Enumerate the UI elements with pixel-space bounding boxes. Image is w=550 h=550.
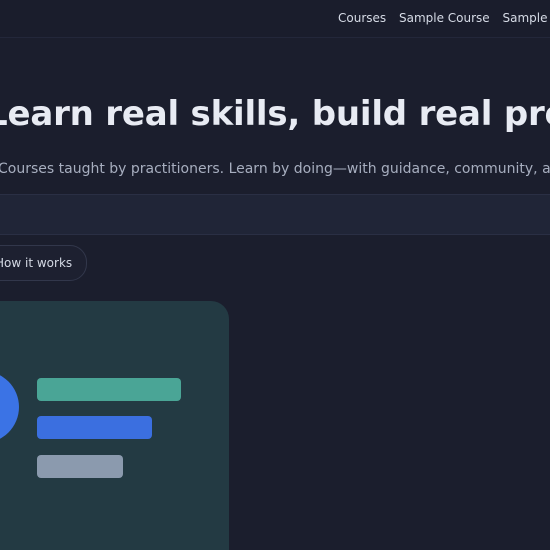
hero-band [0,194,550,235]
illustration-bar-gray [37,455,123,478]
illustration-bar-blue [37,416,152,439]
illustration-bar-green [37,378,181,401]
page: Courses Sample Course Sample Lesson Lear… [0,0,550,550]
how-it-works-button[interactable]: How it works [0,245,88,281]
hero-subtitle: Courses taught by practitioners. Learn b… [0,161,550,177]
nav-link-sample-course[interactable]: Sample Course [399,11,490,25]
top-navbar: Courses Sample Course Sample Lesson [0,0,550,38]
nav-link-courses[interactable]: Courses [338,11,386,25]
main-nav: Courses Sample Course Sample Lesson [338,11,550,25]
nav-link-sample-lesson[interactable]: Sample Lesson [503,11,550,25]
hero-title: Learn real skills, build real projects [0,94,550,134]
